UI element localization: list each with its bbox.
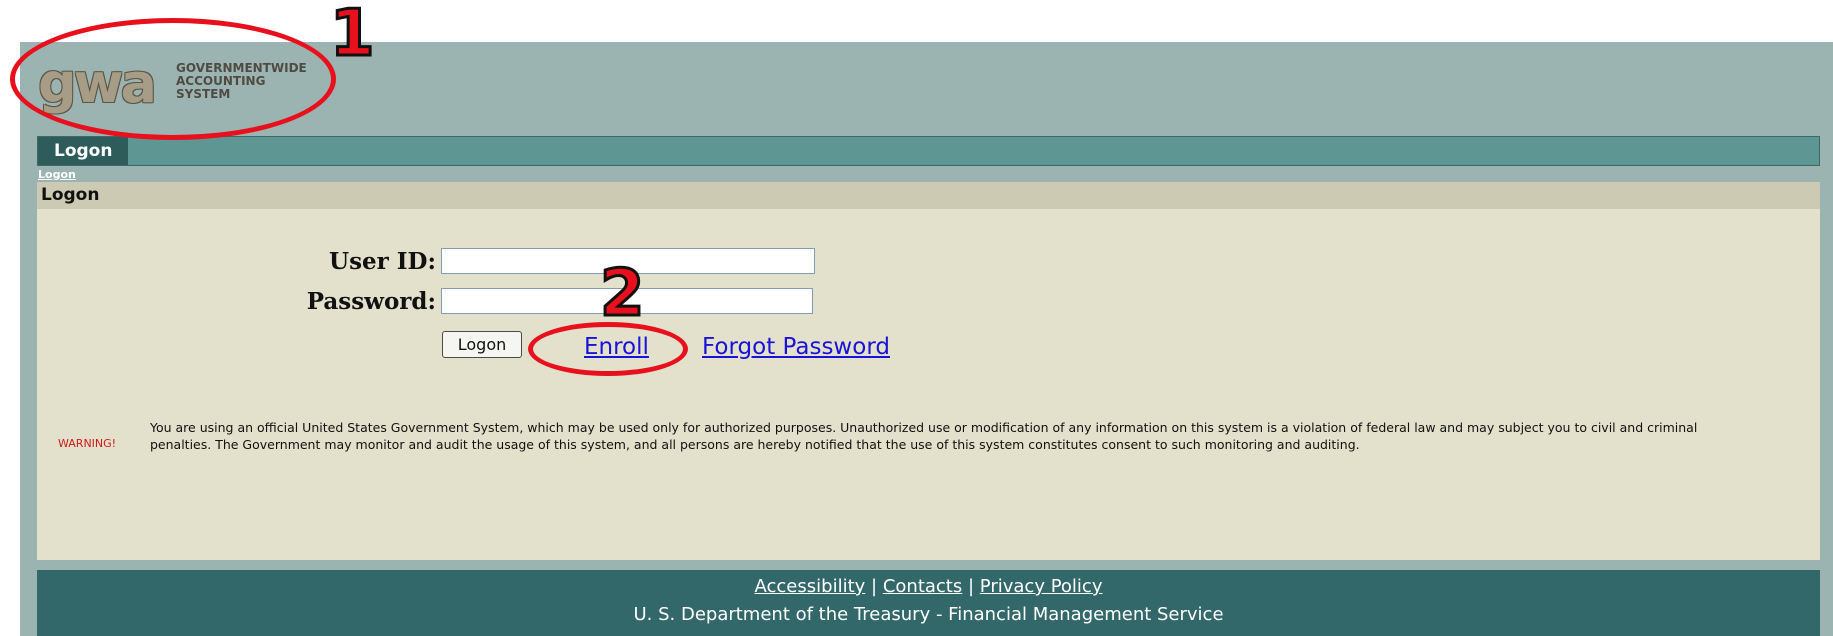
footer-org: U. S. Department of the Treasury - Finan… [633,604,1224,625]
footer-links: Accessibility | Contacts | Privacy Polic… [37,576,1820,597]
forgot-password-link[interactable]: Forgot Password [702,334,890,360]
warning-tag: WARNING! [58,437,117,450]
annotation-number-1: 1 [329,0,377,71]
logon-button[interactable]: Logon [442,331,522,358]
footer: Accessibility | Contacts | Privacy Polic… [37,570,1820,636]
footer-separator: | [967,576,975,597]
panel-header: Logon [37,182,1820,209]
panel-title: Logon [41,185,100,205]
logon-panel: Logon [37,182,1820,560]
accessibility-link[interactable]: Accessibility [755,576,866,597]
tab-bar: Logon [37,136,1820,166]
warning-text: You are using an official United States … [150,420,1698,452]
annotation-number-2: 2 [599,257,647,331]
tab-logon[interactable]: Logon [38,137,129,165]
contacts-link[interactable]: Contacts [883,576,962,597]
user-id-label: User ID: [329,248,436,275]
privacy-policy-link[interactable]: Privacy Policy [980,576,1103,597]
annotation-ring-1 [10,18,336,140]
footer-separator: | [871,576,878,597]
breadcrumb-logon[interactable]: Logon [38,168,76,181]
password-label: Password: [306,288,436,315]
